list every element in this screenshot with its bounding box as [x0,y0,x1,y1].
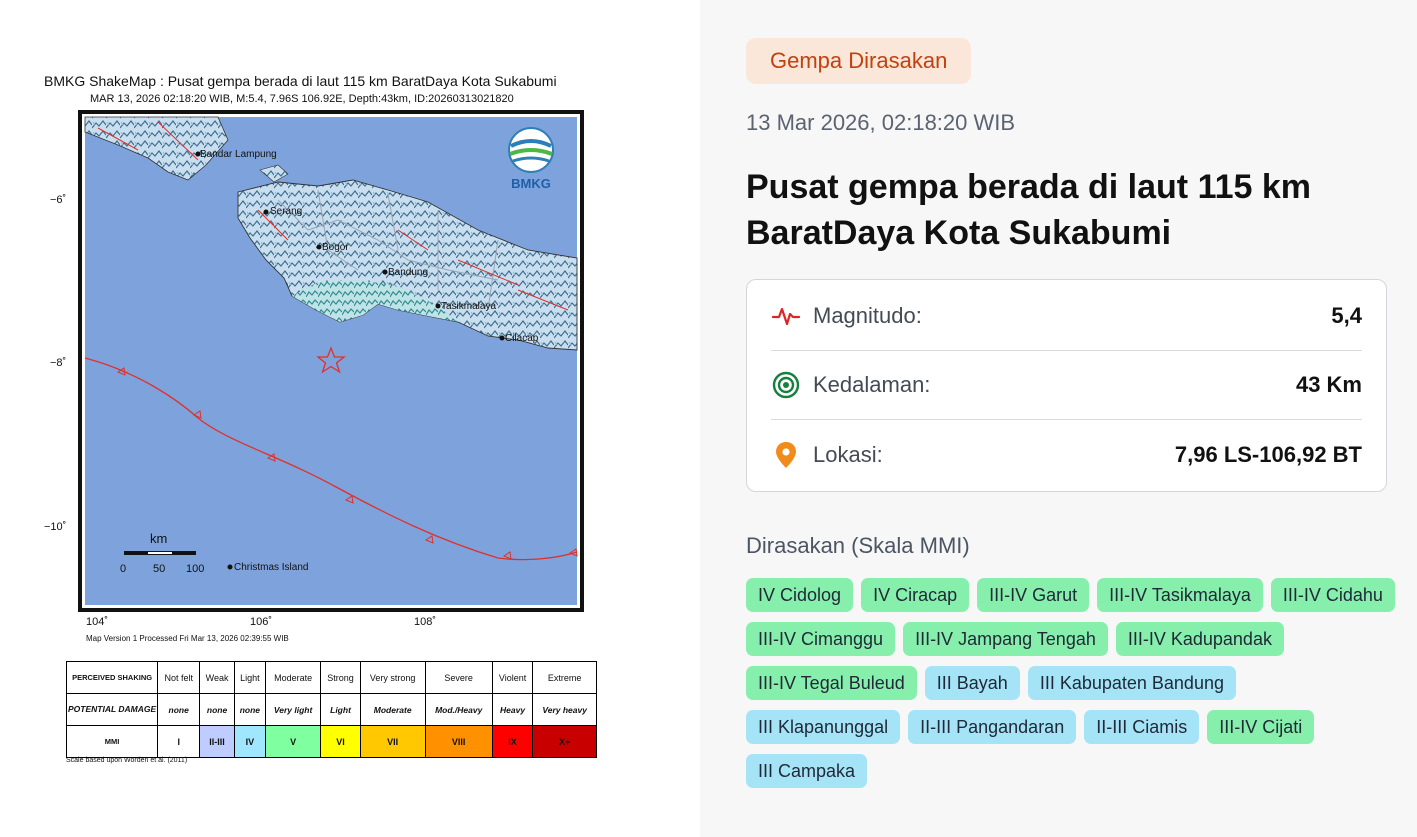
legend-cell-mmi: V [264,725,322,758]
legend-cell-mmi: II-III [199,725,235,758]
detail-value: 5,4 [1331,303,1362,328]
legend-row-mmi: MMI I II-III IV V VI VII VIII IX X+ [65,725,597,758]
felt-region-tag: III-IV Cimanggu [746,622,896,656]
event-detail-card: Magnitudo: 5,4 Kedalaman: 43 Km Lokasi: … [746,279,1387,492]
felt-region-tag: III-IV Cidahu [1270,578,1395,612]
detail-value: 43 Km [1295,372,1362,397]
scale-unit: km [150,531,167,546]
felt-region-tag: III Kabupaten Bandung [1027,666,1236,700]
shakemap-map: Bandar Lampung Serang Bogor Bandung Tasi… [78,110,584,612]
felt-region-tag: III-IV Tegal Buleud [746,666,917,700]
legend-cell-damage: Light [320,693,361,726]
location-pin-icon [771,440,801,470]
latitude-tick: −8˚ [50,357,67,369]
longitude-tick: 106˚ [250,616,273,628]
activity-pulse-icon [771,301,801,331]
legend-cell-shaking: Severe [424,661,493,694]
event-headline: Pusat gempa berada di laut 115 km BaratD… [746,168,1312,252]
felt-region-tag: III Campaka [746,754,868,788]
legend-note: Scale based upon Worden et al. (2011) [66,757,188,764]
legend-cell-shaking: Strong [320,661,361,694]
place-label: Christmas Island [234,562,308,573]
latitude-tick: −10˚ [44,521,67,533]
legend-row-damage: POTENTIAL DAMAGE none none none Very light L… [65,693,597,726]
felt-region-tag: II-III Ciamis [1084,710,1200,744]
legend-cell-mmi: IX [491,725,534,758]
place-label: Bandar Lampung [200,149,277,160]
felt-region-tag: IV Cidolog [746,578,854,612]
longitude-tick: 104˚ [86,616,109,628]
felt-region-tag: IV Ciracap [861,578,970,612]
felt-region-tag: III-IV Kadupandak [1115,622,1284,656]
detail-row-depth: Kedalaman: 43 Km [771,351,1362,420]
felt-region-tag: III-IV Jampang Tengah [903,622,1108,656]
legend-cell-mmi: X+ [532,725,597,758]
latitude-tick: −6˚ [50,194,67,206]
detail-value: 7,96 LS-106,92 BT [1174,441,1362,467]
felt-mmi-title: Dirasakan (Skala MMI) [746,533,970,558]
legend-cell-shaking: Moderate [264,661,322,694]
legend-row-header: PERCEIVED SHAKING [65,661,159,694]
detail-label: Magnitudo: [813,303,922,328]
map-subtitle: MAR 13, 2026 02:18:20 WIB, M:5.4, 7.96S … [90,93,514,105]
felt-region-tag: III Klapanunggal [746,710,901,744]
place-label: Serang [270,206,302,217]
target-rings-icon [771,370,801,400]
felt-region-tag: III-IV Garut [977,578,1090,612]
legend-cell-shaking: Light [233,661,266,694]
map-version-text: Map Version 1 Processed Fri Mar 13, 2026… [86,634,289,643]
scale-tick: 50 [153,563,165,575]
detail-label: Lokasi: [813,441,883,467]
legend-cell-shaking: Extreme [532,661,597,694]
bmkg-logo-text: BMKG [511,176,551,191]
felt-region-tag: II-III Pangandaran [908,710,1077,744]
place-label: Cilacap [505,333,539,344]
legend-cell-damage: Very heavy [532,693,597,726]
legend-cell-damage: none [199,693,235,726]
legend-cell-damage: Very light [264,693,322,726]
legend-cell-mmi: VIII [424,725,493,758]
legend-cell-mmi: IV [233,725,266,758]
place-label: Bandung [388,267,428,278]
legend-cell-mmi: VII [359,725,426,758]
legend-cell-mmi: I [157,725,201,758]
legend-cell-damage: Mod./Heavy [424,693,493,726]
legend-row-header: MMI [65,725,159,758]
legend-cell-shaking: Weak [199,661,235,694]
longitude-tick: 108˚ [414,616,437,628]
mmi-legend-table: PERCEIVED SHAKING Not felt Weak Light Moder… [65,661,597,758]
legend-cell-shaking: Not felt [157,661,201,694]
scale-tick: 0 [120,563,126,575]
scale-tick: 100 [186,563,204,575]
legend-row-header: POTENTIAL DAMAGE [65,693,159,726]
legend-cell-mmi: VI [320,725,361,758]
felt-region-tag: III Bayah [924,666,1020,700]
legend-cell-shaking: Very strong [359,661,426,694]
felt-region-tags: IV Cidolog IV Ciracap III-IV Garut III-IV T… [746,578,1396,788]
event-timestamp: 13 Mar 2026, 02:18:20 WIB [746,110,1016,135]
place-label: Bogor [322,242,349,253]
bmkg-logo: BMKG [508,127,554,191]
legend-cell-damage: none [233,693,266,726]
detail-row-location: Lokasi: 7,96 LS-106,92 BT [771,420,1362,489]
legend-cell-damage: Heavy [491,693,534,726]
detail-row-magnitude: Magnitudo: 5,4 [771,282,1362,351]
felt-region-tag: III-IV Tasikmalaya [1097,578,1263,612]
legend-cell-shaking: Violent [491,661,534,694]
legend-cell-damage: Moderate [359,693,426,726]
legend-cell-damage: none [157,693,201,726]
felt-region-tag: III-IV Cijati [1207,710,1315,744]
felt-earthquake-badge: Gempa Dirasakan [746,38,972,84]
place-label: Tasikmalaya [441,301,496,312]
detail-label: Kedalaman: [813,372,931,397]
earthquake-info-panel: Gempa Dirasakan 13 Mar 2026, 02:18:20 WI… [700,0,1417,837]
shakemap-figure: BMKG ShakeMap : Pusat gempa berada di la… [0,0,700,837]
map-title: BMKG ShakeMap : Pusat gempa berada di la… [44,73,557,89]
legend-row-shaking: PERCEIVED SHAKING Not felt Weak Light Moder… [65,661,597,694]
